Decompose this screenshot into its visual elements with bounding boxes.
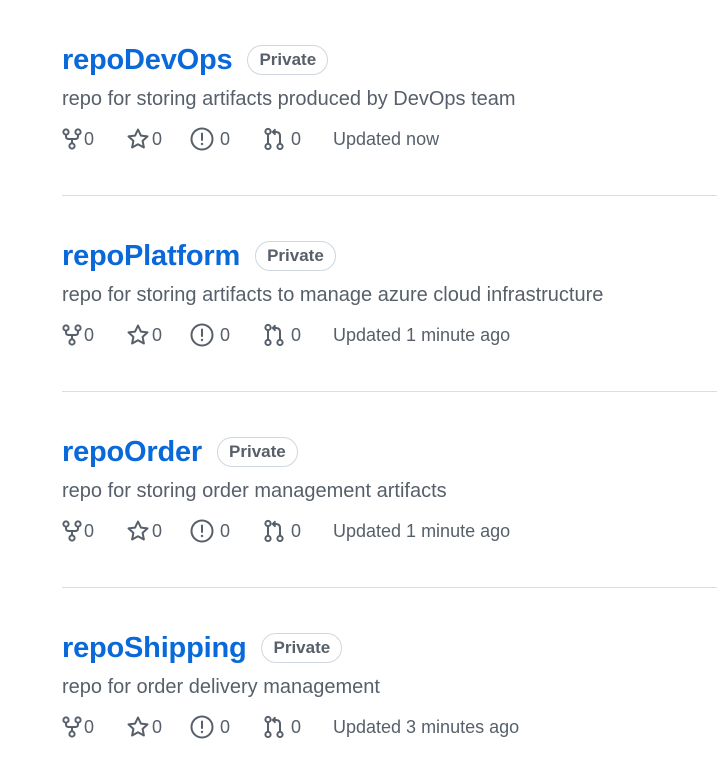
forks-link[interactable]: 0 <box>62 716 126 738</box>
issue-opened-icon <box>190 519 214 543</box>
stars-link[interactable]: 0 <box>126 128 190 150</box>
star-icon <box>126 716 150 738</box>
repo-title-row: repoOrder Private <box>62 436 298 468</box>
pull-requests-count: 0 <box>291 716 302 737</box>
visibility-badge: Private <box>261 633 343 663</box>
repo-description: repo for order delivery management <box>62 676 380 698</box>
visibility-badge: Private <box>255 241 336 271</box>
repo-description: repo for storing artifacts to manage azu… <box>62 284 604 306</box>
git-pull-request-icon <box>263 715 285 739</box>
pull-requests-link[interactable]: 0 <box>263 323 333 347</box>
repo-meta: 0 0 0 <box>62 714 519 740</box>
forks-link[interactable]: 0 <box>62 128 126 150</box>
git-pull-request-icon <box>263 519 285 543</box>
repo-meta: 0 0 0 <box>62 322 510 348</box>
stars-count: 0 <box>152 128 163 149</box>
pull-requests-link[interactable]: 0 <box>263 519 333 543</box>
visibility-badge: Private <box>217 437 298 467</box>
issues-count: 0 <box>220 520 231 541</box>
issue-opened-icon <box>190 127 214 151</box>
issues-link[interactable]: 0 <box>190 715 263 739</box>
repo-forked-icon <box>62 324 82 346</box>
git-pull-request-icon <box>263 323 285 347</box>
repo-list-item: repoDevOps Private repo for storing arti… <box>62 0 717 196</box>
pull-requests-count: 0 <box>291 520 302 541</box>
git-pull-request-icon <box>263 127 285 151</box>
repo-title-row: repoShipping Private <box>62 632 343 664</box>
star-icon <box>126 128 150 150</box>
pull-requests-count: 0 <box>291 324 302 345</box>
pull-requests-link[interactable]: 0 <box>263 715 333 739</box>
issue-opened-icon <box>190 715 214 739</box>
repo-forked-icon <box>62 520 82 542</box>
repo-name-link[interactable]: repoOrder <box>62 436 202 468</box>
updated-timestamp: Updated now <box>333 128 440 149</box>
repo-name-link[interactable]: repoDevOps <box>62 44 233 76</box>
forks-count: 0 <box>84 716 95 737</box>
updated-timestamp: Updated 3 minutes ago <box>333 716 520 737</box>
issues-link[interactable]: 0 <box>190 519 263 543</box>
repo-description: repo for storing order management artifa… <box>62 480 447 502</box>
pull-requests-count: 0 <box>291 128 302 149</box>
issues-link[interactable]: 0 <box>190 127 263 151</box>
stars-link[interactable]: 0 <box>126 520 190 542</box>
stars-count: 0 <box>152 716 163 737</box>
stars-link[interactable]: 0 <box>126 716 190 738</box>
issue-opened-icon <box>190 323 214 347</box>
repo-description: repo for storing artifacts produced by D… <box>62 88 516 110</box>
updated-timestamp: Updated 1 minute ago <box>333 324 511 345</box>
issues-link[interactable]: 0 <box>190 323 263 347</box>
repo-list-item: repoPlatform Private repo for storing ar… <box>62 196 717 392</box>
repo-title-row: repoDevOps Private <box>62 44 329 76</box>
repo-list-item: repoShipping Private repo for order deli… <box>62 588 717 761</box>
issues-count: 0 <box>220 324 231 345</box>
stars-link[interactable]: 0 <box>126 324 190 346</box>
updated-timestamp: Updated 1 minute ago <box>333 520 511 541</box>
pull-requests-link[interactable]: 0 <box>263 127 333 151</box>
star-icon <box>126 324 150 346</box>
forks-count: 0 <box>84 128 95 149</box>
repo-list-item: repoOrder Private repo for storing order… <box>62 392 717 588</box>
repository-list: repoDevOps Private repo for storing arti… <box>0 0 717 761</box>
star-icon <box>126 520 150 542</box>
forks-count: 0 <box>84 520 95 541</box>
issues-count: 0 <box>220 128 231 149</box>
issues-count: 0 <box>220 716 231 737</box>
repo-meta: 0 0 0 <box>62 126 439 152</box>
repo-name-link[interactable]: repoPlatform <box>62 240 240 272</box>
forks-count: 0 <box>84 324 95 345</box>
forks-link[interactable]: 0 <box>62 324 126 346</box>
repo-meta: 0 0 0 <box>62 518 510 544</box>
forks-link[interactable]: 0 <box>62 520 126 542</box>
visibility-badge: Private <box>247 45 329 75</box>
repo-title-row: repoPlatform Private <box>62 240 336 272</box>
stars-count: 0 <box>152 520 163 541</box>
repo-name-link[interactable]: repoShipping <box>62 632 247 664</box>
stars-count: 0 <box>152 324 163 345</box>
repo-forked-icon <box>62 716 82 738</box>
repo-forked-icon <box>62 128 82 150</box>
